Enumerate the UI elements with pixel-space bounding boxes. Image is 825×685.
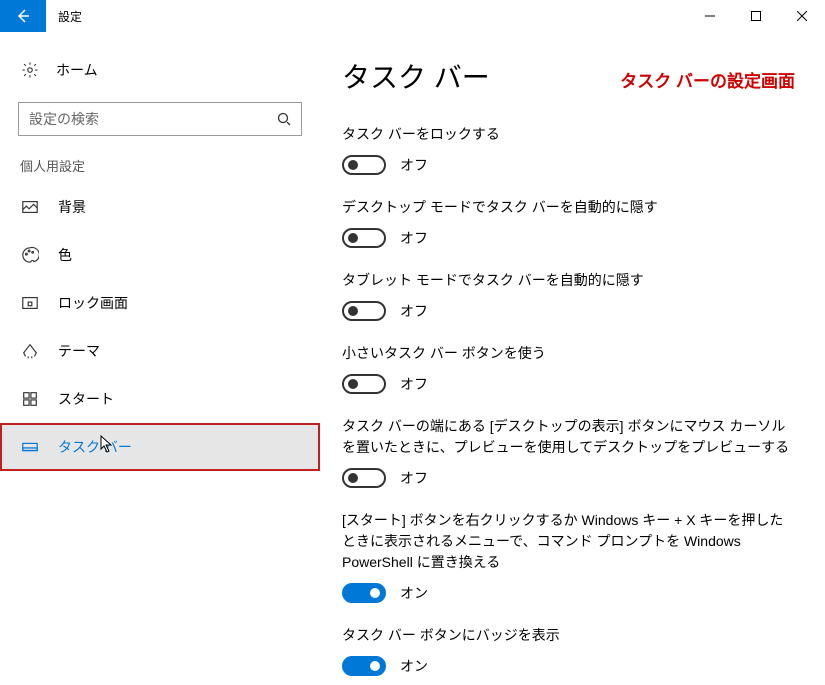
setting-label: 小さいタスク バー ボタンを使う [342, 343, 795, 364]
sidebar-item-label: ロック画面 [58, 293, 128, 313]
maximize-icon [751, 11, 761, 21]
toggle-state: オン [400, 656, 428, 676]
setting-badges: タスク バー ボタンにバッジを表示 オン [342, 625, 795, 676]
toggle-state: オフ [400, 301, 428, 321]
main-content: タスク バー タスク バーの設定画面 タスク バーをロックする オフ デスクトッ… [320, 32, 825, 685]
annotation-text: タスク バーの設定画面 [620, 67, 795, 92]
minimize-icon [705, 11, 715, 21]
sidebar-item-background[interactable]: 背景 [0, 183, 320, 231]
setting-small-buttons: 小さいタスク バー ボタンを使う オフ [342, 343, 795, 394]
lockscreen-icon [20, 293, 40, 313]
sidebar-item-label: 背景 [58, 197, 86, 217]
palette-icon [20, 245, 40, 265]
toggle-autohide-tablet[interactable] [342, 301, 386, 321]
back-button[interactable] [0, 0, 46, 32]
sidebar-section-label: 個人用設定 [0, 156, 320, 183]
sidebar-item-themes[interactable]: テーマ [0, 327, 320, 375]
setting-lock-taskbar: タスク バーをロックする オフ [342, 124, 795, 175]
setting-label: タブレット モードでタスク バーを自動的に隠す [342, 270, 795, 291]
start-icon [20, 389, 40, 409]
toggle-state: オン [400, 583, 428, 603]
sidebar-item-label: スタート [58, 389, 114, 409]
toggle-state: オフ [400, 228, 428, 248]
setting-label: デスクトップ モードでタスク バーを自動的に隠す [342, 197, 795, 218]
theme-icon [20, 341, 40, 361]
sidebar-home-label: ホーム [56, 60, 98, 80]
sidebar-item-label: タスク バー [58, 437, 132, 457]
search-input[interactable] [18, 102, 302, 136]
toggle-badges[interactable] [342, 656, 386, 676]
window-title: 設定 [46, 8, 687, 25]
toggle-autohide-desktop[interactable] [342, 228, 386, 248]
setting-autohide-desktop: デスクトップ モードでタスク バーを自動的に隠す オフ [342, 197, 795, 248]
minimize-button[interactable] [687, 0, 733, 32]
setting-label: タスク バー ボタンにバッジを表示 [342, 625, 795, 646]
sidebar-item-label: テーマ [58, 341, 100, 361]
setting-autohide-tablet: タブレット モードでタスク バーを自動的に隠す オフ [342, 270, 795, 321]
sidebar-item-lockscreen[interactable]: ロック画面 [0, 279, 320, 327]
gear-icon [20, 60, 40, 80]
page-title: タスク バー [342, 56, 490, 96]
toggle-small-buttons[interactable] [342, 374, 386, 394]
maximize-button[interactable] [733, 0, 779, 32]
taskbar-icon [20, 437, 40, 457]
close-button[interactable] [779, 0, 825, 32]
sidebar-item-start[interactable]: スタート [0, 375, 320, 423]
toggle-state: オフ [400, 468, 428, 488]
sidebar-home[interactable]: ホーム [0, 50, 320, 90]
setting-peek-desktop: タスク バーの端にある [デスクトップの表示] ボタンにマウス カーソルを置いた… [342, 416, 795, 488]
picture-icon [20, 197, 40, 217]
toggle-state: オフ [400, 155, 428, 175]
sidebar-item-colors[interactable]: 色 [0, 231, 320, 279]
sidebar-item-label: 色 [58, 245, 72, 265]
toggle-lock-taskbar[interactable] [342, 155, 386, 175]
search-icon [274, 109, 294, 129]
window-controls [687, 0, 825, 32]
titlebar: 設定 [0, 0, 825, 32]
setting-label: タスク バーをロックする [342, 124, 795, 145]
setting-powershell: [スタート] ボタンを右クリックするか Windows キー + X キーを押し… [342, 510, 795, 603]
toggle-powershell[interactable] [342, 583, 386, 603]
setting-label: [スタート] ボタンを右クリックするか Windows キー + X キーを押し… [342, 510, 795, 573]
sidebar: ホーム 個人用設定 背景 色 ロック画面 [0, 32, 320, 685]
setting-label: タスク バーの端にある [デスクトップの表示] ボタンにマウス カーソルを置いた… [342, 416, 795, 458]
search-wrap [18, 102, 302, 136]
arrow-left-icon [15, 8, 31, 24]
toggle-peek-desktop[interactable] [342, 468, 386, 488]
sidebar-item-taskbar[interactable]: タスク バー [0, 423, 320, 471]
toggle-state: オフ [400, 374, 428, 394]
close-icon [797, 11, 807, 21]
